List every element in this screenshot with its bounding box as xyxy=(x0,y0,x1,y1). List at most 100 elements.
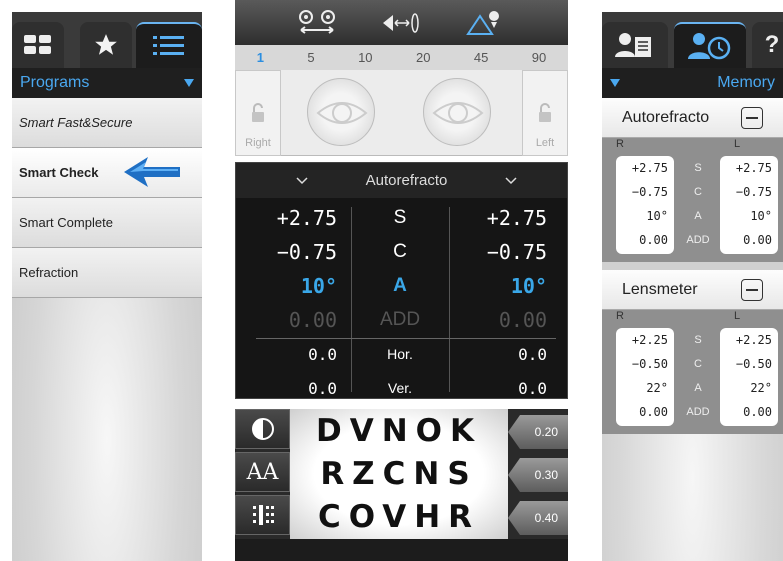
step-value[interactable]: 90 xyxy=(532,50,546,65)
mode-selector[interactable]: Autorefracto xyxy=(236,163,567,198)
left-eye-button[interactable] xyxy=(423,78,491,146)
left-value[interactable]: −0.75 xyxy=(449,240,567,264)
memory-dropdown[interactable]: Memory xyxy=(602,68,783,98)
tab-patient-history[interactable] xyxy=(674,22,746,68)
font-size-icon: AA xyxy=(246,459,279,485)
left-values-card[interactable]: +2.75 −0.75 10° 0.00 xyxy=(720,156,778,254)
program-item-smart-check[interactable]: Smart Check xyxy=(12,148,202,198)
l-label: L xyxy=(733,138,741,150)
patient-record-icon xyxy=(615,33,651,57)
row-divider xyxy=(256,338,556,339)
right-eye-lock[interactable]: Right xyxy=(235,70,281,156)
tab-list[interactable] xyxy=(136,22,202,68)
left-eye-lock[interactable]: Left xyxy=(522,70,568,156)
dropdown-triangle-icon xyxy=(610,79,620,87)
program-item-smart-fast-secure[interactable]: Smart Fast&Secure xyxy=(12,98,202,148)
column-divider xyxy=(351,207,352,392)
right-tab-bar: ? xyxy=(602,12,783,68)
row-cylinder: −0.75 C −0.75 xyxy=(236,235,567,269)
tab-favorites[interactable] xyxy=(80,22,132,68)
chevron-down-icon[interactable] xyxy=(296,176,308,185)
step-value[interactable]: 1 xyxy=(257,50,264,65)
step-selector[interactable]: 1 5 10 20 45 90 xyxy=(235,45,568,70)
program-item-refraction[interactable]: Refraction xyxy=(12,248,202,298)
right-value[interactable]: 10° xyxy=(236,274,351,298)
row-label: C xyxy=(694,358,702,370)
optotype-display: DVNOK RZCNS COVHR xyxy=(290,409,508,539)
eye-pd-icon[interactable] xyxy=(295,8,339,38)
row-label: Ver. xyxy=(387,380,413,396)
programs-dropdown[interactable]: Programs xyxy=(12,68,202,98)
section-title[interactable]: Autorefracto xyxy=(602,98,783,138)
value: +2.75 xyxy=(631,161,668,175)
row-label: ADD xyxy=(686,406,710,418)
chart-footer xyxy=(235,539,568,561)
left-value[interactable]: 0.0 xyxy=(449,379,567,398)
row-label: C xyxy=(694,186,702,198)
program-item-smart-complete[interactable]: Smart Complete xyxy=(12,198,202,248)
convergence-icon[interactable] xyxy=(379,8,423,38)
right-value[interactable]: −0.75 xyxy=(236,240,351,264)
value: 0.00 xyxy=(639,405,668,419)
right-values-card[interactable]: +2.75 −0.75 10° 0.00 xyxy=(616,156,674,254)
left-value[interactable]: +2.75 xyxy=(449,206,567,230)
values-cards: +2.75 −0.75 10° 0.00 S C A ADD +2.75 −0.… xyxy=(602,154,783,254)
value: +2.25 xyxy=(735,333,772,347)
tab-help[interactable]: ? xyxy=(752,22,783,68)
section-title[interactable]: Lensmeter xyxy=(602,270,783,310)
optotype-row[interactable]: RZCNS xyxy=(290,452,508,495)
left-label: Left xyxy=(535,137,555,149)
right-eye-button[interactable] xyxy=(307,78,375,146)
value: −0.75 xyxy=(735,185,772,199)
row-vertical: 0.0 Ver. 0.0 xyxy=(236,371,567,405)
step-value[interactable]: 10 xyxy=(358,50,372,65)
acuity-label[interactable]: 0.30 xyxy=(508,458,568,492)
row-add: 0.00 ADD 0.00 xyxy=(236,303,567,337)
row-labels: S C A ADD xyxy=(684,328,712,424)
right-values-card[interactable]: +2.25 −0.50 22° 0.00 xyxy=(616,328,674,426)
tab-patient-record[interactable] xyxy=(602,22,668,68)
row-label: ADD xyxy=(686,234,710,246)
acuity-label[interactable]: 0.20 xyxy=(508,415,568,449)
value: +2.25 xyxy=(631,333,668,347)
programs-panel: Programs Smart Fast&Secure Smart Check S… xyxy=(12,12,202,561)
r-label: R xyxy=(616,138,624,150)
row-label: S xyxy=(694,334,702,346)
left-value[interactable]: 0.00 xyxy=(449,308,567,332)
programs-title: Programs xyxy=(20,74,90,91)
right-value[interactable]: 0.00 xyxy=(236,308,351,332)
exam-panel: 1 5 10 20 45 90 Right Left Autorefracto … xyxy=(235,0,568,561)
row-label: Hor. xyxy=(387,346,413,362)
font-size-button[interactable]: AA xyxy=(235,452,290,492)
optotype-row[interactable]: COVHR xyxy=(290,495,508,538)
right-value[interactable]: 0.0 xyxy=(236,379,351,398)
row-label: A xyxy=(393,275,407,296)
dropdown-triangle-icon xyxy=(184,79,194,87)
left-value[interactable]: 0.0 xyxy=(449,345,567,364)
collapse-button[interactable] xyxy=(741,107,763,129)
acuity-label[interactable]: 0.40 xyxy=(508,501,568,535)
contrast-button[interactable] xyxy=(235,409,290,449)
row-label: ADD xyxy=(379,309,421,330)
program-label: Smart Complete xyxy=(19,215,113,230)
step-value[interactable]: 45 xyxy=(474,50,488,65)
chevron-down-icon[interactable] xyxy=(505,176,517,185)
left-values-card[interactable]: +2.25 −0.50 22° 0.00 xyxy=(720,328,778,426)
letter-grid-button[interactable] xyxy=(235,495,290,535)
collapse-button[interactable] xyxy=(741,279,763,301)
r-label: R xyxy=(616,310,624,322)
right-value[interactable]: +2.75 xyxy=(236,206,351,230)
row-axis: 10° A 10° xyxy=(236,269,567,303)
optotype-row[interactable]: DVNOK xyxy=(290,409,508,452)
right-value[interactable]: 0.0 xyxy=(236,345,351,364)
mountain-target-icon[interactable] xyxy=(464,8,508,38)
tab-grid[interactable] xyxy=(12,22,64,68)
value: 22° xyxy=(646,381,668,395)
step-value[interactable]: 20 xyxy=(416,50,430,65)
minus-icon xyxy=(746,117,758,119)
list-icon xyxy=(153,36,184,55)
left-tab-bar xyxy=(12,12,202,68)
row-horizontal: 0.0 Hor. 0.0 xyxy=(236,337,567,371)
left-value[interactable]: 10° xyxy=(449,274,567,298)
step-value[interactable]: 5 xyxy=(307,50,314,65)
